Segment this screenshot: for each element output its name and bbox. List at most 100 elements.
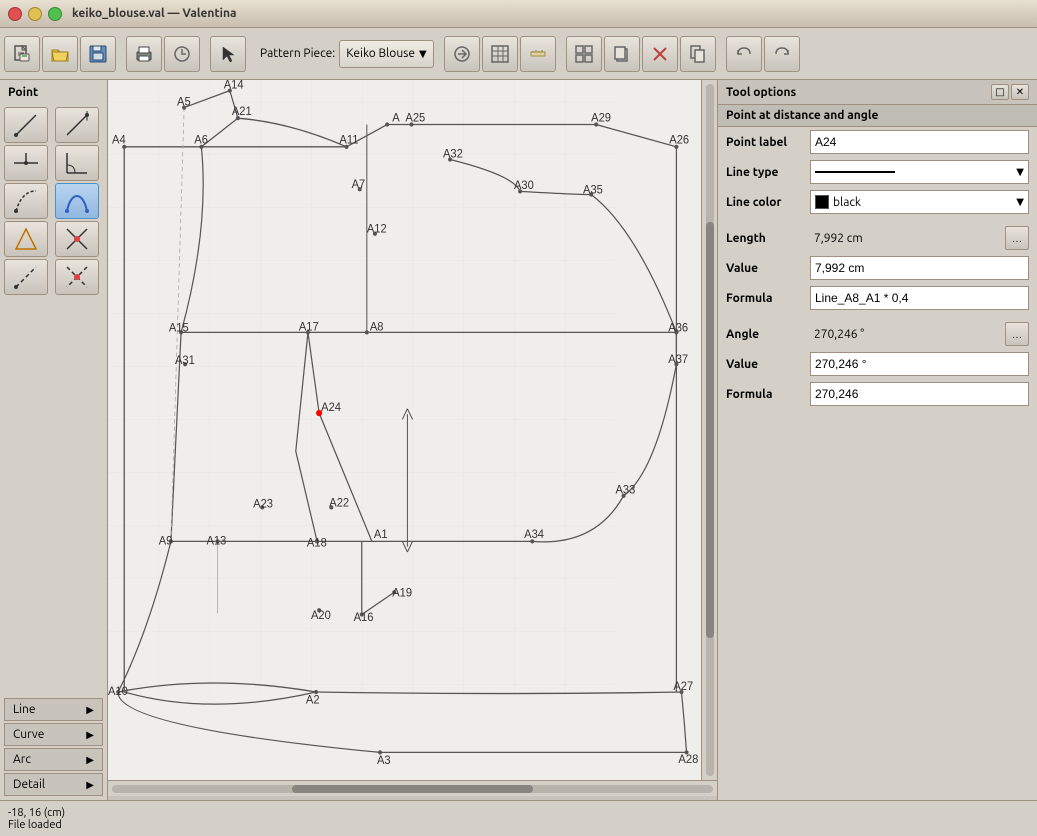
curve-tab[interactable]: Curve ▶ (4, 723, 103, 746)
history-button[interactable] (164, 36, 200, 72)
file-status: File loaded (8, 819, 1029, 831)
horizontal-scrollbar-thumb[interactable] (292, 785, 532, 793)
midpoint-tool[interactable] (4, 145, 48, 181)
angle-value-row: Value (718, 349, 1037, 379)
redo-button[interactable] (764, 36, 800, 72)
length-label: Length (726, 232, 806, 245)
svg-text:A27: A27 (673, 681, 693, 693)
length-ellipsis-button[interactable]: … (1005, 226, 1029, 250)
layout-button[interactable] (566, 36, 602, 72)
length-formula-label: Formula (726, 292, 806, 305)
measurement-button[interactable] (520, 36, 556, 72)
side-tabs: Line ▶ Curve ▶ Arc ▶ Detail ▶ (4, 690, 103, 796)
pattern-piece-selector: Pattern Piece: Keiko Blouse ▼ (260, 40, 434, 68)
line-tab-arrow: ▶ (86, 704, 94, 716)
svg-text:A15: A15 (169, 322, 189, 334)
svg-text:A32: A32 (443, 148, 463, 160)
line-point-tool[interactable] (4, 107, 48, 143)
length-value-label: Value (726, 262, 806, 275)
pages-button[interactable] (680, 36, 716, 72)
horizontal-scrollbar[interactable] (108, 780, 717, 796)
curve-tab-arrow: ▶ (86, 729, 94, 741)
line-color-select[interactable]: black ▼ (810, 190, 1029, 214)
point-label-input[interactable] (810, 130, 1029, 154)
main-toolbar: Pattern Piece: Keiko Blouse ▼ (0, 28, 1037, 80)
panel-close-button[interactable]: ✕ (1011, 84, 1029, 100)
svg-text:A17: A17 (299, 321, 319, 333)
line-type-row: Line type ▼ (718, 157, 1037, 187)
svg-text:A26: A26 (669, 134, 689, 146)
line-tab[interactable]: Line ▶ (4, 698, 103, 721)
length-formula-input[interactable] (810, 286, 1029, 310)
angle-row: Angle 270,246 ° … (718, 319, 1037, 349)
end-line-point-tool[interactable] (55, 107, 99, 143)
window-title: keiko_blouse.val — Valentina (72, 7, 236, 20)
line-type-select[interactable]: ▼ (810, 160, 1029, 184)
vertical-scrollbar[interactable] (701, 80, 717, 780)
curve-along-line-tool[interactable] (4, 183, 48, 219)
titlebar: keiko_blouse.val — Valentina (0, 0, 1037, 28)
length-value-input[interactable] (810, 256, 1029, 280)
svg-text:A30: A30 (514, 180, 534, 192)
table-button[interactable] (482, 36, 518, 72)
angle-value-display: 270,246 ° (810, 322, 1003, 346)
svg-text:A34: A34 (524, 529, 544, 541)
spline-tool[interactable] (55, 183, 99, 219)
section-title: Point at distance and angle (718, 105, 1037, 127)
maximize-button[interactable] (48, 7, 62, 21)
import-button[interactable] (444, 36, 480, 72)
angle-point-tool[interactable] (55, 145, 99, 181)
panel-title: Tool options (726, 86, 796, 99)
pattern-canvas: A A1 A2 A3 A4 A5 A6 A7 A8 A9 A10 A11 A12… (108, 80, 717, 780)
angle-ellipsis-button[interactable]: … (1005, 322, 1029, 346)
angle-value-input[interactable] (810, 352, 1029, 376)
svg-text:A22: A22 (329, 497, 349, 509)
svg-text:A25: A25 (405, 112, 425, 124)
svg-text:A24: A24 (321, 402, 341, 414)
vertical-scrollbar-track[interactable] (706, 84, 714, 776)
point-label-label: Point label (726, 136, 806, 149)
print-button[interactable] (126, 36, 162, 72)
undo-button[interactable] (726, 36, 762, 72)
cursor-button[interactable] (210, 36, 246, 72)
svg-text:A4: A4 (112, 134, 126, 146)
pattern-dropdown[interactable]: Keiko Blouse ▼ (339, 40, 433, 68)
window-controls[interactable] (8, 7, 62, 21)
svg-text:A28: A28 (678, 754, 698, 766)
cross-point-tool[interactable] (55, 259, 99, 295)
canvas-area[interactable]: A A1 A2 A3 A4 A5 A6 A7 A8 A9 A10 A11 A12… (108, 80, 717, 800)
detail-tab[interactable]: Detail ▶ (4, 773, 103, 796)
pattern-label: Pattern Piece: (260, 47, 335, 60)
length-row: Length 7,992 cm … (718, 223, 1037, 253)
status-bar: -18, 16 (cm) File loaded (0, 800, 1037, 836)
svg-text:A3: A3 (377, 755, 391, 767)
delete-button[interactable] (642, 36, 678, 72)
coordinates-status: -18, 16 (cm) (8, 807, 1029, 819)
open-button[interactable] (42, 36, 78, 72)
triangle-tool[interactable] (4, 221, 48, 257)
color-name: black (833, 196, 861, 209)
close-button[interactable] (8, 7, 22, 21)
minimize-button[interactable] (28, 7, 42, 21)
panel-restore-button[interactable]: □ (991, 84, 1009, 100)
svg-text:A8: A8 (370, 321, 384, 333)
length-formula-row: Formula (718, 283, 1037, 313)
left-toolbar: Point (0, 80, 108, 800)
svg-text:A35: A35 (583, 184, 603, 196)
dashed-line-tool[interactable] (4, 259, 48, 295)
line-color-label: Line color (726, 196, 806, 209)
vertical-scrollbar-thumb[interactable] (706, 222, 714, 637)
svg-text:A: A (392, 112, 400, 124)
intersection-tool[interactable] (55, 221, 99, 257)
color-swatch (815, 195, 829, 209)
duplicate-button[interactable] (604, 36, 640, 72)
line-type-arrow: ▼ (1016, 166, 1024, 178)
canvas-inner[interactable]: A A1 A2 A3 A4 A5 A6 A7 A8 A9 A10 A11 A12… (108, 80, 717, 780)
angle-formula-input[interactable] (810, 382, 1029, 406)
arc-tab[interactable]: Arc ▶ (4, 748, 103, 771)
save-button[interactable] (80, 36, 116, 72)
new-button[interactable] (4, 36, 40, 72)
pattern-dropdown-arrow: ▼ (419, 48, 427, 60)
horizontal-scrollbar-track[interactable] (112, 785, 713, 793)
length-value-row: Value (718, 253, 1037, 283)
